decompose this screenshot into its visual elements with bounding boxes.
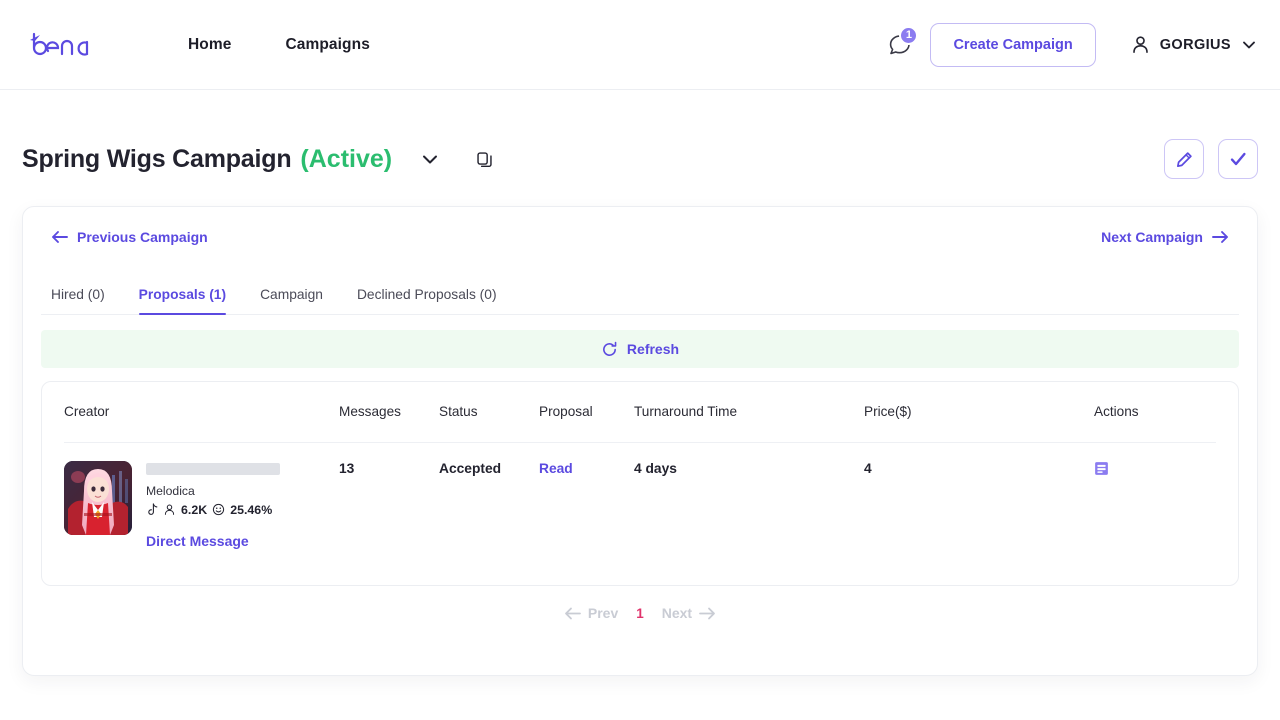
column-header-turnaround: Turnaround Time (634, 404, 738, 420)
arrow-left-icon (51, 229, 69, 245)
arrow-left-icon (564, 606, 582, 621)
chevron-down-icon[interactable] (1240, 36, 1258, 54)
table-body: Melodica 6.2K 25.46% Direct Message 13 A… (64, 441, 1216, 549)
previous-campaign-link[interactable]: Previous Campaign (51, 229, 208, 245)
cell-status: Accepted (439, 441, 539, 549)
tab-proposals[interactable]: Proposals (1) (138, 287, 227, 315)
cell-proposal-read-link[interactable]: Read (539, 441, 634, 549)
campaign-title-row: Spring Wigs Campaign (Active) (0, 118, 1280, 200)
next-campaign-label: Next Campaign (1101, 229, 1203, 245)
cell-turnaround: 4 days (634, 441, 864, 549)
arrow-right-icon (1211, 229, 1229, 245)
proposal-tabs: Hired (0) Proposals (1) Campaign Decline… (41, 267, 1239, 315)
page-title: Spring Wigs Campaign (22, 144, 292, 173)
next-campaign-link[interactable]: Next Campaign (1101, 229, 1229, 245)
followers-icon (163, 503, 176, 516)
engagement-rate: 25.46% (230, 502, 273, 517)
previous-campaign-label: Previous Campaign (77, 229, 208, 245)
bena-logo[interactable] (24, 28, 100, 62)
view-details-icon[interactable] (1094, 461, 1109, 476)
messages-button[interactable]: 1 (880, 25, 920, 63)
pencil-icon (1175, 150, 1194, 169)
user-menu[interactable]: GORGIUS (1130, 34, 1258, 55)
column-header-status: Status (439, 404, 478, 420)
creator-handle-placeholder (146, 462, 280, 475)
cell-actions (1094, 441, 1216, 549)
pagination-prev-label: Prev (587, 605, 619, 621)
pagination-next-label: Next (661, 605, 693, 621)
column-header-price: Price($) (864, 404, 912, 420)
main-nav-links: Home Campaigns (188, 36, 370, 54)
campaign-pager: Previous Campaign Next Campaign (41, 207, 1239, 267)
creator-info: Melodica 6.2K 25.46% Direct Message (146, 461, 280, 549)
title-action-buttons (1164, 139, 1258, 179)
tab-campaign[interactable]: Campaign (260, 287, 323, 314)
table-header-row: Creator Messages Status Proposal Turnaro… (64, 382, 1216, 442)
creator-stats: 6.2K 25.46% (146, 503, 280, 517)
column-header-actions: Actions (1094, 404, 1139, 420)
pagination-prev-button[interactable]: Prev (564, 605, 618, 621)
refresh-button[interactable]: Refresh (41, 330, 1239, 368)
column-header-messages: Messages (339, 404, 401, 420)
table-head: Creator Messages Status Proposal Turnaro… (64, 382, 1216, 442)
user-avatar-icon (1130, 34, 1151, 55)
followers-count: 6.2K (181, 502, 208, 517)
column-header-proposal: Proposal (539, 404, 593, 420)
notification-badge: 1 (899, 25, 919, 45)
column-header-creator: Creator (64, 404, 110, 420)
tab-declined-proposals[interactable]: Declined Proposals (0) (357, 287, 497, 314)
check-icon (1228, 149, 1248, 169)
cell-price: 4 (864, 441, 1094, 549)
create-campaign-button[interactable]: Create Campaign (930, 22, 1096, 67)
engagement-icon (212, 503, 225, 516)
top-navigation-bar: Home Campaigns 1 Create Campaign GORGIUS (0, 0, 1280, 90)
nav-item-home[interactable]: Home (188, 36, 231, 54)
user-name-label: GORGIUS (1159, 36, 1231, 53)
edit-campaign-button[interactable] (1164, 139, 1204, 179)
confirm-campaign-button[interactable] (1218, 139, 1258, 179)
arrow-right-icon (698, 606, 716, 621)
campaign-select-chevron-down-icon[interactable] (418, 147, 442, 171)
creator-avatar[interactable] (64, 460, 132, 535)
top-bar-right: 1 Create Campaign GORGIUS (880, 22, 1258, 67)
pagination-page-1[interactable]: 1 (636, 606, 644, 621)
cell-messages: 13 (339, 441, 439, 549)
tab-hired[interactable]: Hired (0) (51, 287, 105, 314)
nav-item-campaigns[interactable]: Campaigns (285, 36, 369, 54)
refresh-icon (601, 341, 618, 358)
proposals-table-container: Creator Messages Status Proposal Turnaro… (41, 381, 1239, 586)
campaign-status-label: (Active) (300, 144, 393, 173)
cell-creator: Melodica 6.2K 25.46% Direct Message (64, 441, 339, 549)
pagination: Prev 1 Next (41, 605, 1239, 621)
refresh-label: Refresh (626, 341, 680, 357)
table-row: Melodica 6.2K 25.46% Direct Message 13 A… (64, 441, 1216, 549)
direct-message-link[interactable]: Direct Message (146, 533, 280, 549)
copy-icon[interactable] (475, 150, 494, 169)
campaign-panel: Previous Campaign Next Campaign Hired (0… (22, 206, 1258, 676)
tiktok-icon (146, 502, 158, 517)
proposals-table: Creator Messages Status Proposal Turnaro… (64, 382, 1216, 549)
pagination-next-button[interactable]: Next (662, 605, 716, 621)
creator-name: Melodica (146, 483, 195, 498)
